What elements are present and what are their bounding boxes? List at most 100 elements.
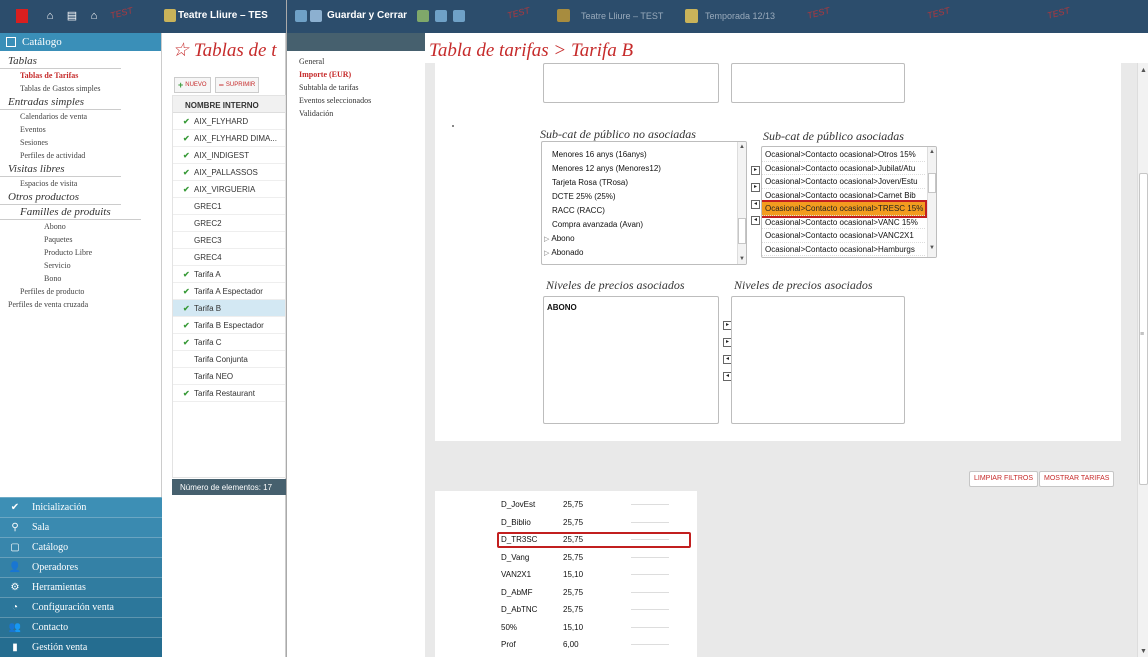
list-item[interactable]: Ocasional>Contacto ocasional>VANC2X1 <box>762 229 925 243</box>
sidebar-item[interactable]: Bono <box>0 272 161 285</box>
scrollbar[interactable]: ▲ ▼ <box>927 147 936 257</box>
sidebar-menu-contacto[interactable]: 👥 Contacto <box>0 617 162 637</box>
scroll-down-icon[interactable]: ▼ <box>929 245 935 251</box>
sidebar-menu-gesti-n-venta[interactable]: ▮ Gestión venta <box>0 637 162 657</box>
list-item[interactable]: ABONO <box>547 301 718 315</box>
price-value[interactable]: 15,10 <box>563 623 583 632</box>
price-value[interactable]: 25,75 <box>563 553 583 562</box>
price-value[interactable]: 25,75 <box>563 518 583 527</box>
export-icon[interactable] <box>453 10 465 22</box>
table-row[interactable]: ✔ Tarifa Restaurant <box>173 385 285 402</box>
table-row[interactable]: GREC4 <box>173 249 285 266</box>
scroll-thumb[interactable] <box>738 218 746 244</box>
subcat-unassociated-list[interactable]: Menores 16 anys (16anys) Menores 12 anys … <box>541 141 747 265</box>
price-value[interactable]: 25,75 <box>563 535 583 544</box>
sidebar-menu-sala[interactable]: ⚲ Sala <box>0 517 162 537</box>
list-item[interactable]: Ocasional>Contacto ocasional>Otros 15% <box>762 148 925 162</box>
new-button[interactable]: + NUEVO <box>174 77 211 93</box>
table-row[interactable]: ✔ Tarifa A Espectador <box>173 283 285 300</box>
scroll-down-icon[interactable]: ▼ <box>739 256 745 262</box>
sidebar-header[interactable]: Catálogo <box>0 33 161 51</box>
modal-nav-item[interactable]: Validación <box>287 107 425 120</box>
modal-nav-item[interactable]: Subtabla de tarifas <box>287 81 425 94</box>
table-row[interactable]: ✔ AIX_PALLASSOS <box>173 164 285 181</box>
window-title[interactable]: Teatre Lliure – TES <box>178 10 268 21</box>
list-item[interactable]: Ocasional>Contacto ocasional>Joven/Estu <box>762 175 925 189</box>
scroll-up-icon[interactable]: ▲ <box>929 149 935 155</box>
column-header[interactable]: NOMBRE INTERNO <box>173 96 285 113</box>
sidebar-menu-operadores[interactable]: 👤 Operadores <box>0 557 162 577</box>
sidebar-item[interactable]: Tablas de Gastos simples <box>0 82 161 95</box>
move-all-left-icon[interactable]: ◂ <box>751 216 760 225</box>
sidebar-menu-cat-logo[interactable]: ▢ Catálogo <box>0 537 162 557</box>
sidebar-item[interactable]: Producto Libre <box>0 246 161 259</box>
modal-nav-item[interactable]: General <box>287 55 425 68</box>
table-row[interactable]: ✔ Tarifa C <box>173 334 285 351</box>
season-selector[interactable]: Temporada 12/13 <box>705 11 775 21</box>
save-copy-icon[interactable] <box>435 10 447 22</box>
table-row[interactable]: ✔ AIX_FLYHARD DIMA... <box>173 130 285 147</box>
expand-arrow-icon[interactable]: ▷ <box>544 236 549 243</box>
sidebar-item[interactable]: Sesiones <box>0 136 161 149</box>
table-row[interactable]: ✔ AIX_INDIGEST <box>173 147 285 164</box>
move-left-icon[interactable]: ◂ <box>751 200 760 209</box>
price-value[interactable]: 15,10 <box>563 570 583 579</box>
document-icon[interactable]: ▤ <box>66 10 78 22</box>
table-row[interactable]: ✔ Tarifa B Espectador <box>173 317 285 334</box>
breadcrumb[interactable]: Teatre Lliure – TEST <box>581 11 663 21</box>
sidebar-item[interactable]: Espacios de visita <box>0 177 161 190</box>
move-right-icon[interactable]: ▸ <box>751 166 760 175</box>
sidebar-item[interactable]: Perfiles de actividad <box>0 149 161 162</box>
move-all-right-icon[interactable]: ▸ <box>751 183 760 192</box>
table-row[interactable]: GREC1 <box>173 198 285 215</box>
list-item[interactable]: Compra avanzada (Avan) <box>552 218 746 232</box>
scroll-thumb[interactable] <box>1139 173 1148 485</box>
save-close-button[interactable]: Guardar y Cerrar <box>327 10 407 21</box>
save-new-icon[interactable] <box>417 10 429 22</box>
list-item[interactable]: ▷ Abonado <box>542 246 746 260</box>
list-item[interactable]: RACC (RACC) <box>552 204 746 218</box>
home-icon[interactable]: ⌂ <box>88 10 100 22</box>
price-value[interactable]: 25,75 <box>563 605 583 614</box>
list-item[interactable]: Ocasional>Contacto ocasional>Jubilat/Atu <box>762 162 925 175</box>
table-row[interactable]: Tarifa Conjunta <box>173 351 285 368</box>
list-item[interactable]: Ocasional>Contacto ocasional>TRESC 15% <box>762 200 927 218</box>
list-item[interactable]: ▷ Abono <box>542 232 746 246</box>
clear-filters-button[interactable]: LIMPIAR FILTROS <box>969 471 1038 487</box>
table-row[interactable]: Tarifa NEO <box>173 368 285 385</box>
scroll-up-icon[interactable]: ▲ <box>739 144 745 150</box>
sidebar-menu-inicializaci-n[interactable]: ✔ Inicialización <box>0 497 162 517</box>
price-levels-right-list[interactable] <box>731 296 905 424</box>
price-value[interactable]: 6,00 <box>563 640 579 649</box>
tree-category[interactable]: Familles de produits <box>0 205 141 220</box>
list-item[interactable]: Tarjeta Rosa (TRosa) <box>552 176 746 190</box>
sidebar-menu-configuraci-n-venta[interactable]: ◔ Configuración venta <box>0 597 162 617</box>
list-item[interactable]: Menores 16 anys (16anys) <box>552 148 746 162</box>
scroll-down-icon[interactable]: ▼ <box>1140 648 1147 655</box>
sidebar-item[interactable]: Tablas de Tarifas <box>0 69 161 82</box>
table-row[interactable]: ✔ AIX_VIRGUERIA <box>173 181 285 198</box>
list-item[interactable]: DCTE 25% (25%) <box>552 190 746 204</box>
sidebar-item[interactable]: Abono <box>0 220 161 233</box>
table-row[interactable]: ✔ Tarifa A <box>173 266 285 283</box>
list-item[interactable]: Ocasional>Contacto ocasional>Carnet Bib <box>762 189 925 202</box>
modal-scrollbar[interactable]: ▲ ≡ ▼ <box>1137 63 1148 657</box>
table-row[interactable]: ✔ Tarifa B <box>173 300 285 317</box>
scroll-up-icon[interactable]: ▲ <box>1140 67 1147 74</box>
list-item[interactable]: Ocasional>Contacto ocasional>Hamburgs <box>762 243 925 256</box>
sidebar-item[interactable]: Paquetes <box>0 233 161 246</box>
price-levels-left-list[interactable]: ABONO <box>543 296 719 424</box>
subcat-associated-list[interactable]: Ocasional>Contacto ocasional>Otros 15% Oc… <box>761 146 937 258</box>
table-row[interactable]: GREC2 <box>173 215 285 232</box>
sidebar-item[interactable]: Servicio <box>0 259 161 272</box>
modal-nav-item[interactable]: Eventos seleccionados <box>287 94 425 107</box>
scrollbar[interactable]: ▲ ▼ <box>737 142 746 264</box>
sidebar-item[interactable]: Perfiles de venta cruzada <box>0 298 161 311</box>
building-icon[interactable]: ⌂ <box>44 10 56 22</box>
table-row[interactable]: GREC3 <box>173 232 285 249</box>
scroll-thumb[interactable] <box>928 173 936 193</box>
sidebar-menu-herramientas[interactable]: ⚙ Herramientas <box>0 577 162 597</box>
price-value[interactable]: 25,75 <box>563 588 583 597</box>
price-value[interactable]: 25,75 <box>563 500 583 509</box>
delete-button[interactable]: − SUPRIMIR <box>214 77 260 93</box>
